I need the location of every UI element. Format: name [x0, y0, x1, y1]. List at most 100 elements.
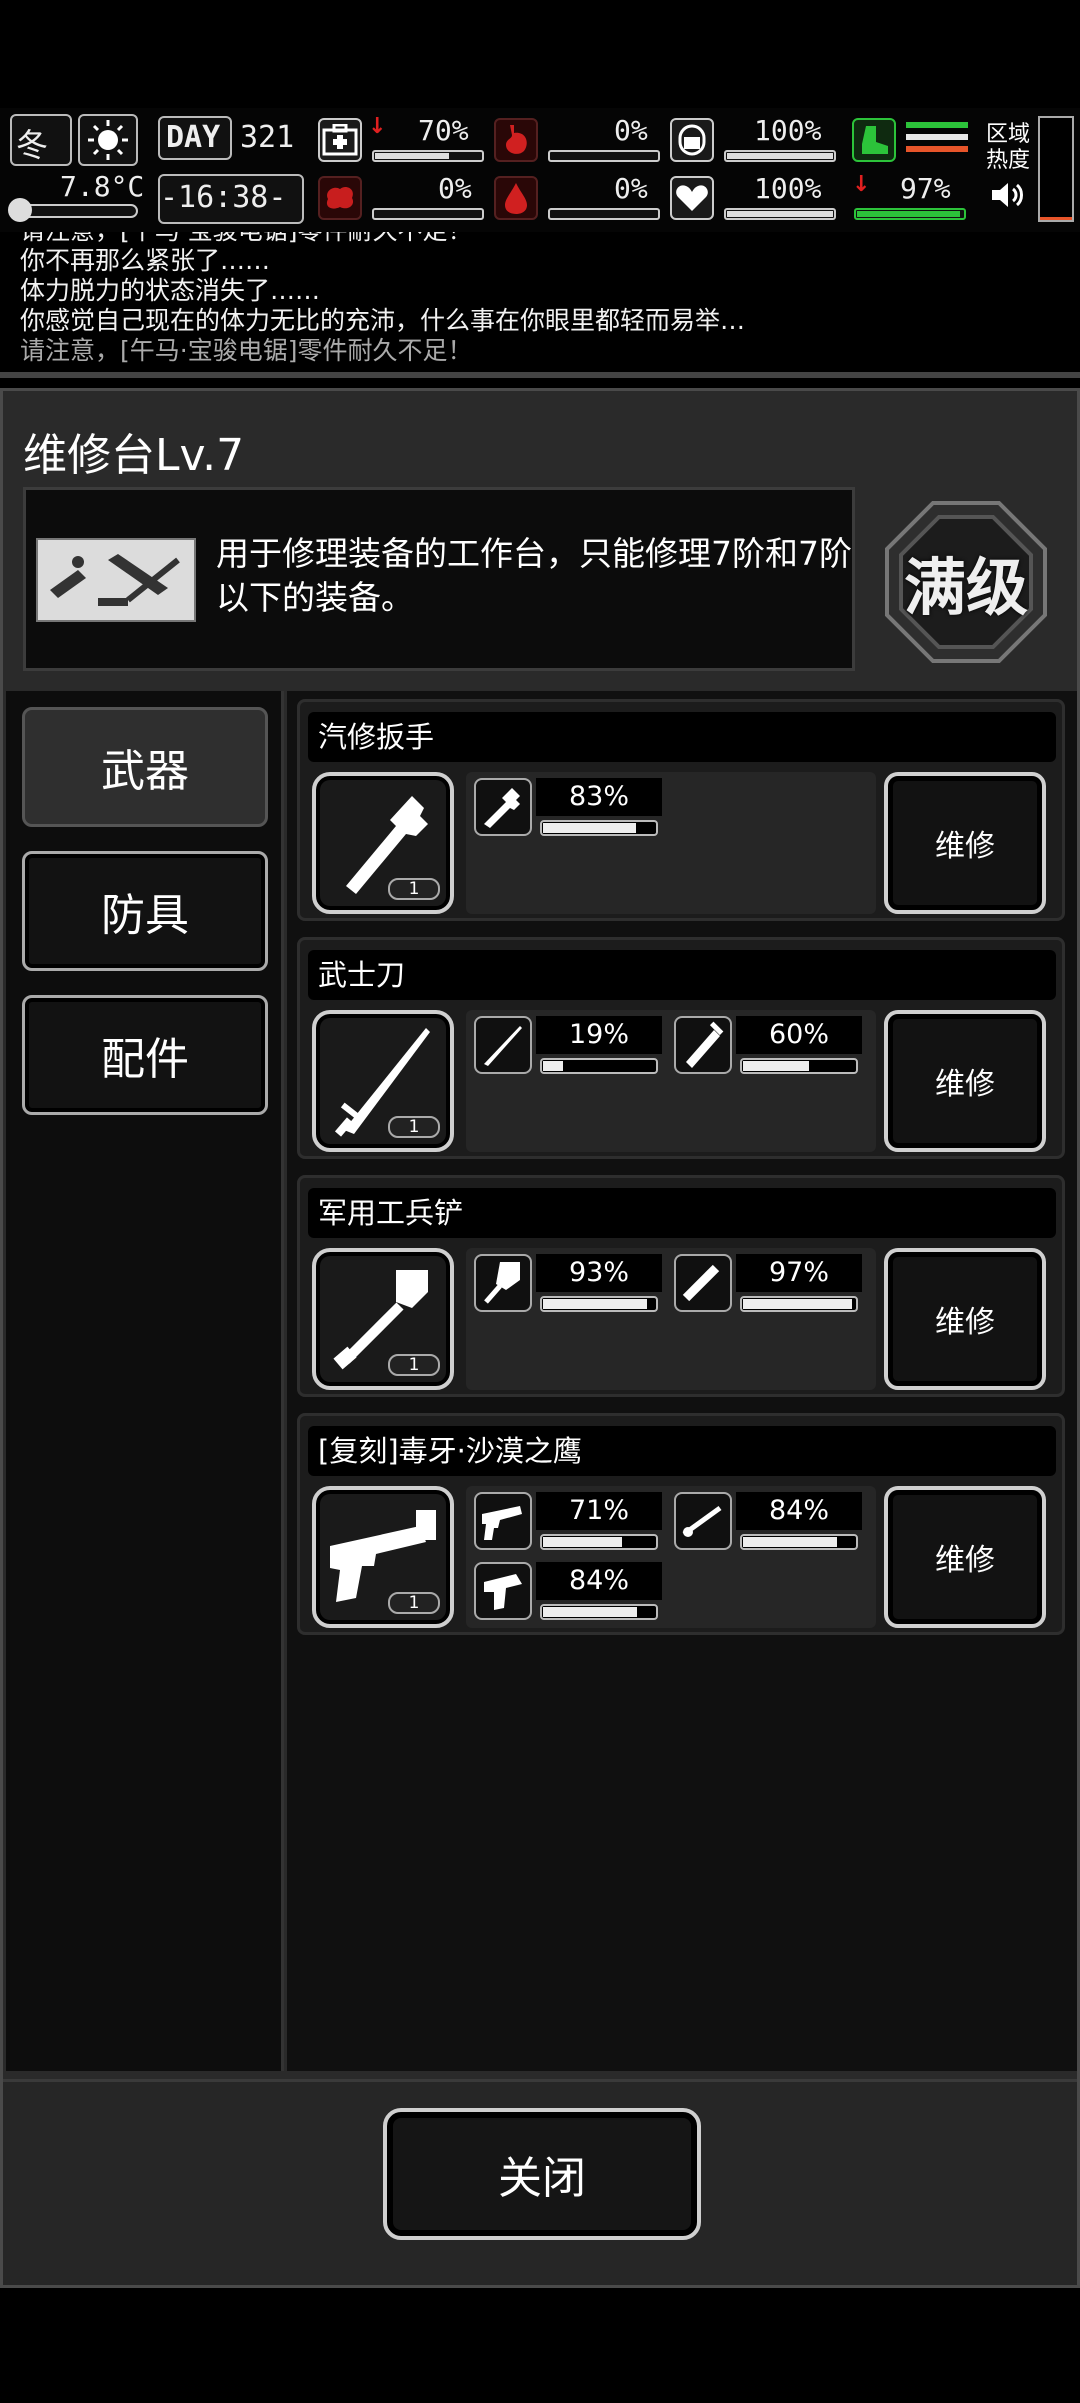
item-slot[interactable]: 1	[312, 772, 454, 914]
repair-button[interactable]: 维修	[884, 772, 1046, 914]
log-line: 请注意，[午马·宝骏电锯]零件耐久不足！	[20, 336, 473, 365]
part-pct: 71%	[536, 1492, 662, 1530]
part-durability: 84%	[474, 1562, 662, 1622]
part-durability: 83%	[474, 778, 662, 838]
day-label: DAY	[166, 120, 221, 155]
pistol-frame-part-icon	[474, 1492, 532, 1550]
blood-pct: 0%	[614, 172, 648, 205]
workbench-image	[36, 538, 196, 622]
parts-area: 93% 97%	[466, 1248, 876, 1390]
heart-bar	[724, 208, 836, 220]
item-slot[interactable]: 1	[312, 1486, 454, 1628]
boot-icon[interactable]	[852, 118, 896, 162]
list-item: [复刻]毒牙·沙漠之鹰 1 71% 84% 84% 维修	[297, 1413, 1065, 1635]
health-pct: 70%	[418, 114, 469, 147]
part-pct: 60%	[736, 1016, 862, 1054]
hilt-part-icon	[674, 1016, 732, 1074]
max-level-label: 满级	[903, 551, 1028, 624]
description-text: 用于修理装备的工作台，只能修理7阶和7阶以下的装备。	[216, 534, 852, 617]
part-bar	[540, 1296, 658, 1312]
item-list[interactable]: 汽修扳手 1 83% 维修 武士刀 1 19% 60% 维修 军用工兵铲 1 9…	[287, 691, 1077, 2071]
close-button[interactable]: 关闭	[383, 2108, 701, 2240]
zone-heat-label: 区域 热度	[986, 122, 1031, 173]
part-durability: 71%	[474, 1492, 662, 1552]
stomach-icon[interactable]	[494, 118, 538, 162]
barrel-part-icon	[674, 1492, 732, 1550]
log-line: 你感觉自己现在的体力无比的充沛，什么事在你眼里都轻而易举…	[20, 306, 746, 335]
part-bar	[540, 820, 658, 836]
item-name: 汽修扳手	[308, 712, 1056, 762]
stamina-bar	[854, 208, 966, 220]
list-item: 汽修扳手 1 83% 维修	[297, 699, 1065, 921]
part-pct: 19%	[536, 1016, 662, 1054]
item-name: [复刻]毒牙·沙漠之鹰	[308, 1426, 1056, 1476]
item-count: 1	[388, 878, 440, 900]
tab-accessories[interactable]: 配件	[22, 995, 268, 1115]
parts-area: 71% 84% 84%	[466, 1486, 876, 1628]
wrench-part-icon	[474, 778, 532, 836]
part-bar	[540, 1058, 658, 1074]
health-down-arrow-icon: ↓	[368, 114, 387, 139]
part-durability: 84%	[674, 1492, 862, 1552]
parts-area: 83%	[466, 772, 876, 914]
mind-pct: 100%	[754, 114, 822, 147]
weather-box[interactable]	[78, 114, 138, 166]
stamina-stripes	[906, 122, 968, 160]
time-value: -16:38-	[160, 180, 287, 215]
mind-icon[interactable]	[670, 118, 714, 162]
part-bar	[540, 1604, 658, 1620]
parts-area: 19% 60%	[466, 1010, 876, 1152]
panel-title: 维修台Lv.7	[23, 430, 245, 481]
description-box: 用于修理装备的工作台，只能修理7阶和7阶以下的装备。	[23, 487, 855, 671]
part-bar	[740, 1296, 858, 1312]
status-hud: 冬 7.8°C DAY 321 -16:38- ↓ 70% 0% 0% 0% 1…	[0, 108, 1080, 232]
item-slot[interactable]: 1	[312, 1010, 454, 1152]
part-durability: 97%	[674, 1254, 862, 1314]
temperature-value: 7.8°C	[60, 170, 145, 203]
tab-armor[interactable]: 防具	[22, 851, 268, 971]
zone-heat-meter	[1038, 116, 1074, 222]
hunger-pct: 0%	[614, 114, 648, 147]
part-pct: 97%	[736, 1254, 862, 1292]
item-count: 1	[388, 1592, 440, 1614]
message-log[interactable]: 请注意，[午马·宝骏电锯]零件耐久不足！ 你不再那么紧张了…… 体力脱力的状态消…	[0, 232, 1080, 378]
heart-icon[interactable]	[670, 176, 714, 220]
blade-part-icon	[474, 1016, 532, 1074]
part-durability: 93%	[474, 1254, 662, 1314]
shovel-head-part-icon	[474, 1254, 532, 1312]
sun-icon	[88, 120, 128, 160]
tab-weapons[interactable]: 武器	[22, 707, 268, 827]
log-line: 请注意，[午马·宝骏电锯]零件耐久不足！	[0, 232, 1080, 246]
category-tabs: 武器 防具 配件	[6, 691, 284, 2071]
medkit-icon[interactable]	[318, 118, 362, 162]
blood-bar	[548, 208, 660, 220]
heart-pct: 100%	[754, 172, 822, 205]
item-name: 军用工兵铲	[308, 1188, 1056, 1238]
mind-bar	[724, 150, 836, 162]
part-bar	[740, 1058, 858, 1074]
season-label: 冬	[16, 126, 49, 164]
part-pct: 93%	[536, 1254, 662, 1292]
item-count: 1	[388, 1116, 440, 1138]
list-item: 军用工兵铲 1 93% 97% 维修	[297, 1175, 1065, 1397]
repair-button[interactable]: 维修	[884, 1486, 1046, 1628]
day-number: 321	[240, 120, 295, 155]
brain-icon[interactable]	[318, 176, 362, 220]
blood-drop-icon[interactable]	[494, 176, 538, 220]
stamina-down-arrow-icon: ↓	[852, 172, 871, 197]
item-slot[interactable]: 1	[312, 1248, 454, 1390]
repair-button[interactable]: 维修	[884, 1248, 1046, 1390]
brain-bar	[372, 208, 484, 220]
handle-part-icon	[674, 1254, 732, 1312]
stamina-pct: 97%	[900, 172, 951, 205]
item-count: 1	[388, 1354, 440, 1376]
max-level-badge: 满级	[883, 499, 1049, 665]
log-line: 你不再那么紧张了……	[20, 246, 271, 275]
part-durability: 19%	[474, 1016, 662, 1076]
repair-button[interactable]: 维修	[884, 1010, 1046, 1152]
part-bar	[540, 1534, 658, 1550]
thermometer-bulb	[8, 198, 32, 222]
footer: 关闭	[3, 2079, 1077, 2285]
part-pct: 83%	[536, 778, 662, 816]
speaker-icon[interactable]	[990, 180, 1026, 214]
